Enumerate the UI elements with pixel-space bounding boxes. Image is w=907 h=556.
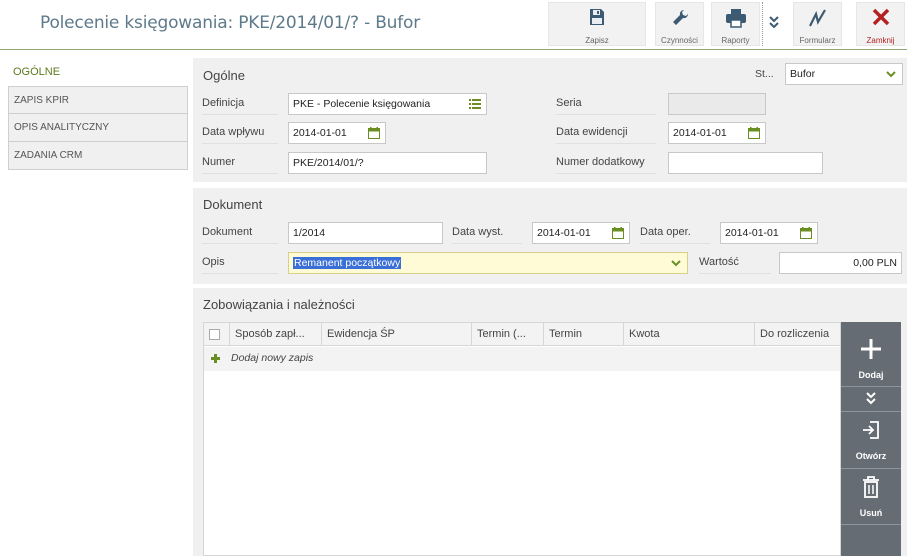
document-panel: Dokument Dokument 1/2014 Data wyst. 2014… [193, 188, 907, 284]
divider [841, 524, 901, 525]
column-header[interactable]: Kwota [624, 323, 755, 346]
add-row[interactable]: Dodaj nowy zapis [204, 347, 840, 371]
calendar-icon[interactable] [747, 126, 761, 140]
reports-label: Raporty [721, 36, 750, 45]
receipt-date-value: 2014-01-01 [293, 127, 347, 139]
open-label: Otwórz [855, 451, 887, 461]
desc-value: Remanent początkowy [293, 257, 402, 269]
column-header[interactable]: Termin (... [472, 323, 544, 346]
liabilities-title: Zobowiązania i należności [203, 297, 355, 312]
value-label: Wartość [699, 256, 771, 274]
record-date-field[interactable]: 2014-01-01 [668, 122, 766, 144]
sidebar-item-crm[interactable]: ZADANIA CRM [8, 142, 188, 170]
save-icon [549, 8, 645, 28]
general-panel: Ogólne St... Bufor Definicja PKE - Polec… [193, 58, 907, 182]
divider [841, 411, 901, 412]
window-header: Polecenie księgowania: PKE/2014/01/? - B… [0, 0, 907, 50]
series-label: Seria [556, 97, 656, 115]
extra-number-field[interactable] [668, 152, 823, 174]
oper-date-field[interactable]: 2014-01-01 [720, 222, 818, 244]
definition-field[interactable]: PKE - Polecenie księgowania [288, 93, 487, 115]
number-field[interactable]: PKE/2014/01/? [288, 152, 487, 174]
column-header[interactable]: Termin [544, 323, 624, 346]
more-toolbar-button[interactable] [762, 2, 784, 46]
delete-label: Usuń [859, 508, 883, 518]
column-header[interactable]: Ewidencja ŚP [322, 323, 472, 346]
doc-field[interactable]: 1/2014 [288, 222, 443, 244]
record-date-label: Data ewidencji [556, 126, 656, 144]
delete-button[interactable]: Usuń [841, 470, 901, 524]
status-label: St... [755, 68, 774, 80]
issue-date-label: Data wyst. [452, 226, 522, 244]
desc-field[interactable]: Remanent początkowy [288, 252, 688, 274]
actions-button[interactable]: Czynności [655, 2, 704, 46]
issue-date-value: 2014-01-01 [537, 227, 591, 239]
sidebar-item-kpir[interactable]: ZAPIS KPIR [8, 86, 188, 114]
save-button[interactable]: Zapisz [548, 2, 646, 46]
chevron-down-icon[interactable] [669, 256, 683, 270]
window-title: Polecenie księgowania: PKE/2014/01/? - B… [40, 13, 421, 33]
sidebar-item-analytics[interactable]: OPIS ANALITYCZNY [8, 114, 188, 142]
oper-date-value: 2014-01-01 [725, 227, 779, 239]
calendar-icon[interactable] [367, 126, 381, 140]
value-field[interactable]: 0,00 PLN [779, 252, 902, 274]
sidebar: OGÓLNE ZAPIS KPIR OPIS ANALITYCZNY ZADAN… [8, 58, 188, 170]
calendar-icon[interactable] [611, 226, 625, 240]
add-label: Dodaj [858, 370, 884, 380]
receipt-date-field[interactable]: 2014-01-01 [288, 122, 386, 144]
signature-icon [794, 8, 841, 28]
desc-label: Opis [202, 256, 278, 274]
column-header[interactable]: Sposób zapł... [230, 323, 322, 346]
close-label: Zamknij [866, 36, 895, 45]
trash-icon [862, 476, 880, 500]
double-chevron-down-icon [768, 16, 779, 46]
reports-button[interactable]: Raporty [711, 2, 760, 46]
divider [841, 468, 901, 469]
issue-date-field[interactable]: 2014-01-01 [532, 222, 630, 244]
form-button[interactable]: Formularz [793, 2, 842, 46]
actions-label: Czynności [661, 36, 698, 45]
definition-label: Definicja [202, 97, 278, 115]
add-row-label: Dodaj nowy zapis [231, 352, 314, 364]
add-button[interactable]: Dodaj [841, 330, 901, 386]
form-label: Formularz [799, 36, 836, 45]
open-button[interactable]: Otwórz [841, 414, 901, 466]
wrench-icon [656, 8, 703, 28]
select-all-checkbox[interactable] [204, 323, 230, 346]
definition-value: PKE - Polecenie księgowania [293, 98, 431, 110]
close-icon [857, 8, 904, 28]
sign-in-icon [862, 420, 880, 442]
grid-header: Sposób zapł... Ewidencja ŚP Termin (... … [204, 323, 840, 346]
series-field [668, 93, 766, 115]
double-chevron-down-icon [865, 392, 877, 407]
more-actions-button[interactable] [841, 388, 901, 410]
plus-icon [210, 353, 221, 367]
plus-icon [860, 338, 882, 362]
status-value: Bufor [790, 68, 816, 80]
extra-number-label: Numer dodatkowy [556, 156, 656, 174]
doc-label: Dokument [202, 226, 278, 244]
printer-icon [712, 8, 759, 28]
status-select[interactable]: Bufor [785, 63, 903, 85]
sidebar-item-general[interactable]: OGÓLNE [8, 58, 188, 86]
save-label: Zapisz [585, 36, 609, 45]
number-label: Numer [202, 156, 278, 174]
general-title: Ogólne [203, 68, 245, 83]
calendar-icon[interactable] [799, 226, 813, 240]
document-title: Dokument [203, 197, 263, 212]
record-date-value: 2014-01-01 [673, 127, 727, 139]
list-icon[interactable] [468, 97, 482, 111]
chevron-down-icon [884, 67, 898, 81]
divider [841, 386, 901, 387]
liabilities-grid: Sposób zapł... Ewidencja ŚP Termin (... … [203, 322, 841, 556]
receipt-date-label: Data wpływu [202, 126, 278, 144]
oper-date-label: Data oper. [640, 226, 710, 244]
close-button[interactable]: Zamknij [856, 2, 905, 46]
column-header[interactable]: Do rozliczenia [755, 323, 841, 346]
grid-action-bar: Dodaj Otwórz Usuń [841, 322, 901, 556]
